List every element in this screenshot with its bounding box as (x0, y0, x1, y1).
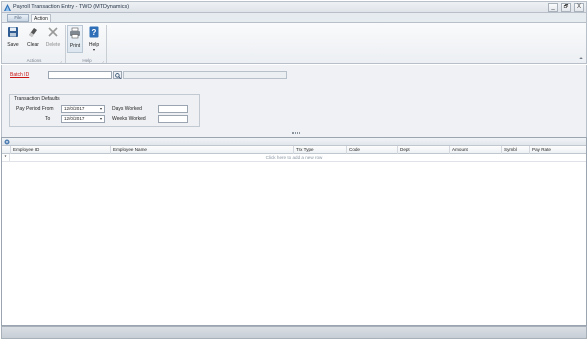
print-button[interactable]: Print (67, 25, 83, 53)
svg-text:?: ? (92, 28, 97, 37)
help-button[interactable]: ? Help ▾ (86, 25, 102, 53)
calendar-dropdown-icon[interactable]: ▾ (100, 106, 102, 112)
delete-x-icon (48, 27, 58, 37)
batch-lookup-button[interactable] (113, 71, 122, 79)
close-button[interactable]: X (574, 3, 584, 12)
transaction-defaults-title: Transaction Defaults (14, 96, 60, 102)
column-trx-type[interactable]: Trx Type (293, 146, 346, 154)
status-bar (1, 326, 587, 339)
batch-description-field (123, 71, 287, 79)
floppy-disk-icon (8, 27, 18, 37)
splitter-grip-icon[interactable] (292, 132, 300, 134)
column-symbl[interactable]: Symbl (501, 146, 529, 154)
minimize-button[interactable]: _ (548, 3, 558, 12)
column-employee-name[interactable]: Employee Name (110, 146, 293, 154)
window-title: Payroll Transaction Entry - TWO (MTDynam… (13, 4, 130, 10)
batch-id-input[interactable] (48, 71, 112, 79)
eraser-icon (29, 28, 37, 37)
grid-header-row: Employee ID Employee Name Trx Type Code … (2, 146, 586, 154)
restore-button[interactable]: 🗗 (561, 3, 571, 12)
grid-options-icon[interactable] (4, 139, 10, 145)
save-label: Save (7, 42, 19, 48)
tab-file[interactable]: File (7, 14, 29, 22)
days-worked-label: Days Worked (112, 106, 142, 112)
batch-id-link[interactable]: Batch ID (10, 72, 29, 78)
transaction-grid: Employee ID Employee Name Trx Type Code … (1, 137, 587, 326)
window-title-bar: Payroll Transaction Entry - TWO (MTDynam… (1, 1, 587, 13)
collapse-ribbon-icon[interactable]: ⏶ (579, 56, 583, 62)
add-new-row-prompt[interactable]: Click here to add a new row (2, 155, 586, 160)
help-dropdown-arrow-icon: ▾ (92, 47, 95, 52)
ribbon-group-divider (106, 25, 107, 63)
column-employee-id[interactable]: Employee ID (10, 146, 110, 154)
help-group-label: Help (82, 58, 92, 63)
printer-icon (70, 27, 80, 39)
calendar-dropdown-icon[interactable]: ▾ (100, 116, 102, 122)
new-row[interactable]: * Click here to add a new row (2, 154, 586, 162)
column-code[interactable]: Code (346, 146, 397, 154)
pay-period-to-label: To (45, 116, 51, 122)
print-label: Print (69, 43, 81, 49)
window-bottom-edge (0, 339, 588, 344)
delete-label: Delete (45, 42, 61, 48)
weeks-worked-label: Weeks Worked (112, 116, 146, 122)
magnifier-icon (115, 72, 121, 79)
header-form-area: Batch ID Transaction Defaults Pay Period… (1, 65, 587, 137)
delete-button[interactable]: Delete (44, 25, 62, 53)
actions-dialog-launcher-icon[interactable]: ⌟ (60, 58, 62, 63)
pay-period-from-label: Pay Period From (16, 106, 54, 112)
column-amount[interactable]: Amount (449, 146, 501, 154)
column-pay-rate[interactable]: Pay Rate (529, 146, 586, 154)
help-question-icon: ? (89, 26, 99, 38)
app-logo-icon (4, 4, 11, 11)
weeks-worked-input[interactable] (158, 115, 188, 123)
pay-period-from-datepicker[interactable]: 12/0/2017 ▾ (61, 105, 105, 113)
grid-toolbar (2, 138, 586, 146)
pay-period-to-datepicker[interactable]: 12/0/2017 ▾ (61, 115, 105, 123)
ribbon-panel: Save Clear Delete Actions ⌟ Print ? Help… (1, 22, 587, 64)
save-button[interactable]: Save (5, 25, 21, 53)
actions-group-label: Actions (26, 58, 42, 63)
help-dialog-launcher-icon[interactable]: ⌟ (102, 58, 104, 63)
ribbon-group-divider (65, 25, 66, 63)
days-worked-input[interactable] (158, 105, 188, 113)
clear-label: Clear (27, 42, 39, 48)
column-dept[interactable]: Dept (397, 146, 449, 154)
clear-button[interactable]: Clear (24, 25, 42, 53)
